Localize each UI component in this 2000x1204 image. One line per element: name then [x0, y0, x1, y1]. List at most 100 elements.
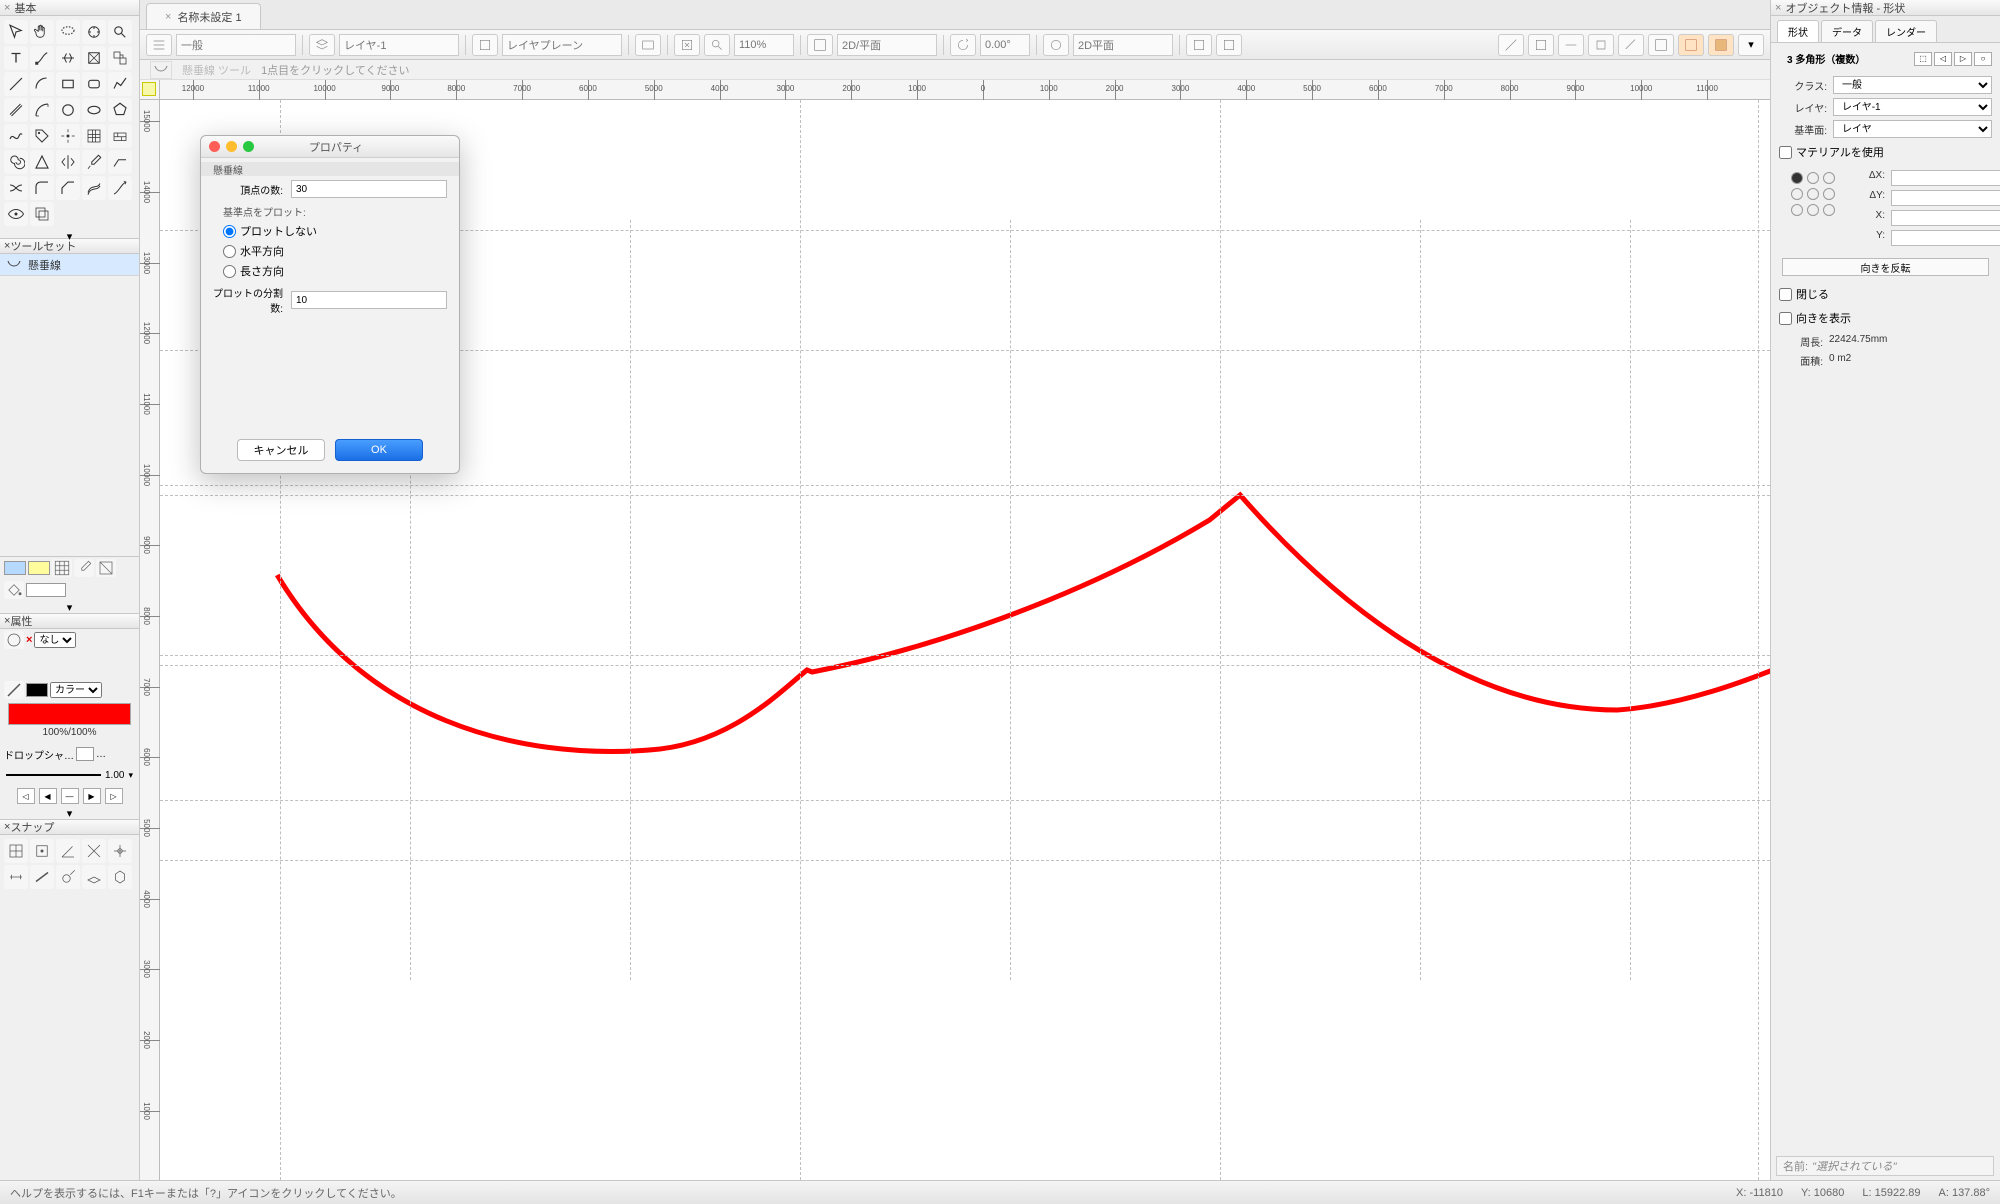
dx-input[interactable] — [1891, 170, 2000, 186]
anchor-bl[interactable] — [1791, 204, 1803, 216]
visibility-tool-icon[interactable] — [4, 202, 28, 226]
flip-button[interactable]: 向きを反転 — [1782, 258, 1988, 276]
clip-tool-icon[interactable] — [30, 202, 54, 226]
x-input[interactable] — [1891, 210, 2000, 226]
tb-layer-select[interactable]: レイヤ-1 — [339, 34, 459, 56]
tb-story-icon[interactable] — [472, 34, 498, 56]
anchor-tc[interactable] — [1807, 172, 1819, 184]
roundrect-tool-icon[interactable] — [82, 72, 106, 96]
shape-mode-4-icon[interactable]: ○ — [1974, 52, 1992, 66]
quick-pref4-icon[interactable] — [1588, 34, 1614, 56]
radio-v-input[interactable] — [223, 265, 236, 278]
anchor-ml[interactable] — [1791, 188, 1803, 200]
ok-button[interactable]: OK — [335, 439, 423, 461]
spiral-tool-icon[interactable] — [4, 150, 28, 174]
anchor-mr[interactable] — [1823, 188, 1835, 200]
tb-layer-icon[interactable] — [309, 34, 335, 56]
mirror-tool-icon[interactable] — [56, 150, 80, 174]
pan-tool-icon[interactable] — [30, 20, 54, 44]
toolset-catenary-item[interactable]: 懸垂線 — [0, 254, 139, 276]
locus-tool-icon[interactable] — [56, 124, 80, 148]
shape-mode-3-icon[interactable]: ▷ — [1954, 52, 1972, 66]
zoom-tool-icon[interactable] — [108, 20, 132, 44]
showdir-checkbox[interactable] — [1779, 312, 1792, 325]
snap-tangent-icon[interactable] — [56, 865, 80, 889]
callout-tool-icon[interactable] — [108, 150, 132, 174]
close-icon[interactable]: × — [1775, 2, 1781, 14]
snap-smart-icon[interactable] — [108, 839, 132, 863]
shadow-more-icon[interactable]: … — [96, 749, 106, 760]
tab-shape[interactable]: 形状 — [1777, 20, 1819, 42]
tb-class-select[interactable]: 一般 — [176, 34, 296, 56]
cancel-button[interactable]: キャンセル — [237, 439, 325, 461]
double-line-tool-icon[interactable] — [4, 98, 28, 122]
horizontal-ruler[interactable]: 1200011000100009000800070006000500040003… — [160, 80, 1770, 100]
tag-tool-icon[interactable] — [30, 124, 54, 148]
snap-grid-icon[interactable] — [4, 839, 28, 863]
lasso-tool-icon[interactable] — [56, 20, 80, 44]
snap-intersect-icon[interactable] — [82, 839, 106, 863]
flyover-tool-icon[interactable] — [82, 20, 106, 44]
ruler-corner[interactable] — [140, 80, 160, 100]
snap-distance-icon[interactable] — [4, 865, 28, 889]
tb-render-icon[interactable] — [1043, 34, 1069, 56]
close-icon[interactable]: × — [4, 2, 10, 14]
tool-mode-icon[interactable] — [150, 61, 172, 79]
reshape2d-tool-icon[interactable] — [82, 46, 106, 70]
palette-drag-handle-icon[interactable]: ▾ — [0, 807, 139, 819]
document-tab[interactable]: × 名称未設定 1 — [146, 3, 261, 29]
attribute-map-tool-icon[interactable] — [108, 46, 132, 70]
line-sample-icon[interactable] — [6, 774, 101, 776]
grid-tool-icon[interactable] — [82, 124, 106, 148]
quick-pref1-icon[interactable] — [1498, 34, 1524, 56]
tb-zoom-select[interactable]: 110% — [734, 34, 794, 56]
line-type-icon[interactable]: — — [61, 788, 79, 804]
tab-render[interactable]: レンダー — [1875, 20, 1937, 42]
material-checkbox[interactable] — [1779, 146, 1792, 159]
anchor-tl[interactable] — [1791, 172, 1803, 184]
close-check[interactable]: 閉じる — [1771, 282, 2000, 306]
snap-3d-icon[interactable] — [108, 865, 132, 889]
vertical-ruler[interactable]: 1500014000130001200011000100009000800070… — [140, 100, 160, 1180]
quick-pref6-icon[interactable] — [1648, 34, 1674, 56]
tb-view-select[interactable]: 2D/平面 — [837, 34, 937, 56]
quick-pref5-icon[interactable] — [1618, 34, 1644, 56]
bucket-icon[interactable] — [4, 581, 24, 599]
polyline-tool-icon[interactable] — [108, 72, 132, 96]
pen-color-swatch[interactable] — [26, 683, 48, 697]
text-tool-icon[interactable] — [4, 46, 28, 70]
fill-icon[interactable] — [4, 631, 24, 649]
dropper-icon[interactable] — [74, 559, 94, 577]
chamfer-tool-icon[interactable] — [56, 176, 80, 200]
snap-object-icon[interactable] — [30, 839, 54, 863]
pen-color-select[interactable]: カラー — [50, 682, 102, 698]
shape-mode-2-icon[interactable]: ◁ — [1934, 52, 1952, 66]
tb-angle-input[interactable]: 0.00° — [980, 34, 1030, 56]
shadow-swatch[interactable] — [76, 747, 94, 761]
fill-none-swatch[interactable] — [26, 583, 66, 597]
tb-extra2-icon[interactable] — [1216, 34, 1242, 56]
start-marker-icon[interactable]: ◁ — [17, 788, 35, 804]
offset-tool-icon[interactable] — [82, 176, 106, 200]
fillet-tool-icon[interactable] — [30, 176, 54, 200]
pen-swatch-icon[interactable] — [28, 561, 50, 575]
end-marker-icon[interactable]: ▷ — [105, 788, 123, 804]
polygon-tool-icon[interactable] — [108, 98, 132, 122]
wall-tool-icon[interactable] — [108, 124, 132, 148]
split-tool-icon[interactable] — [56, 46, 80, 70]
pointer-tool-icon[interactable] — [4, 20, 28, 44]
tb-view-icon[interactable] — [807, 34, 833, 56]
origin-marker-icon[interactable] — [142, 82, 156, 96]
rectangle-tool-icon[interactable] — [56, 72, 80, 96]
anchor-tr[interactable] — [1823, 172, 1835, 184]
eyedropper-tool-icon[interactable] — [82, 150, 106, 174]
triangle-tool-icon[interactable] — [30, 150, 54, 174]
prev-icon[interactable]: ◀ — [39, 788, 57, 804]
arc-tool-icon[interactable] — [30, 72, 54, 96]
radio-h-input[interactable] — [223, 245, 236, 258]
radio-v[interactable]: 長さ方向 — [201, 261, 459, 281]
snap-angle-icon[interactable] — [56, 839, 80, 863]
fill-x-icon[interactable]: × — [26, 634, 32, 646]
fill-type-select[interactable]: なし — [34, 632, 76, 648]
tb-render-select[interactable]: 2D平面 — [1073, 34, 1173, 56]
